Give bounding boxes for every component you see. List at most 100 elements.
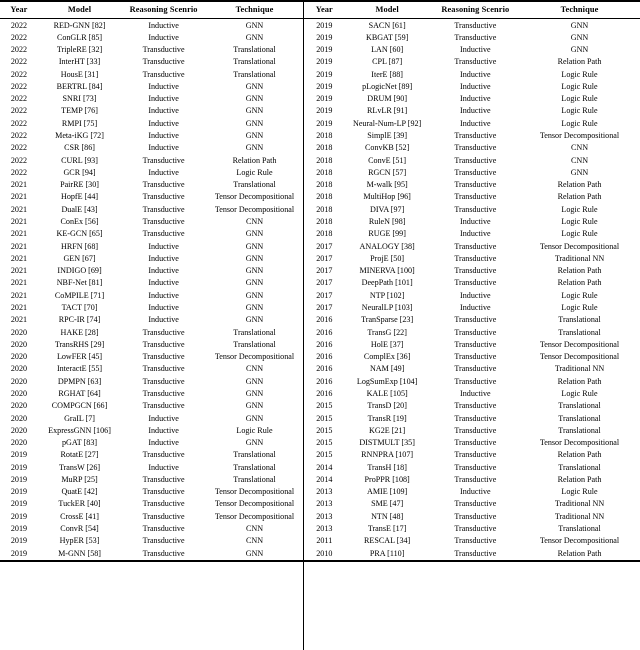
column-header-technique: Technique <box>519 0 640 20</box>
cell-model: RUGE [99] <box>368 229 406 239</box>
header-row: Year Model Reasoning Scenrio Technique <box>0 0 303 20</box>
table-row: 2019 TransW [26] Inductive Translational <box>0 462 303 474</box>
column-header-year: Year <box>0 0 38 20</box>
cell-year: 2022 <box>10 143 28 153</box>
cell-model: RGHAT [64] <box>58 388 101 398</box>
table-row: 2016 ComplEx [36] Transductive Tensor Decom… <box>304 351 640 363</box>
cell-reasoning-scenario: Transductive <box>454 524 497 534</box>
cell-reasoning-scenario: Transductive <box>454 511 497 521</box>
cell-technique: GNN <box>206 547 303 562</box>
cell-reasoning-scenario: Inductive <box>460 487 491 497</box>
cell-model: DRUM [90] <box>367 94 408 104</box>
cell-technique: CNN <box>570 155 589 165</box>
cell-technique: GNN <box>245 81 264 91</box>
table-row: 2013 AMIE [109] Inductive Logic Rule <box>304 486 640 498</box>
cell-year: 2019 <box>316 69 333 79</box>
cell-model: NAM [49] <box>369 364 405 374</box>
cell-reasoning-scenario: Inductive <box>148 462 179 472</box>
cell-technique: GNN <box>245 401 264 411</box>
cell-reasoning-scenario: Transductive <box>142 57 185 67</box>
cell-model: RNNPRA [107] <box>361 450 414 460</box>
table-row: 2021 NBF-Net [81] Inductive GNN <box>0 277 303 289</box>
table-row: 2016 NAM [49] Transductive Traditional NN <box>304 363 640 375</box>
cell-model: RotatE [27] <box>60 450 99 460</box>
cell-year: 2021 <box>10 241 28 251</box>
cell-model: GraIL [7] <box>64 413 95 423</box>
table-row: 2020 GraIL [7] Inductive GNN <box>0 412 303 424</box>
cell-model: TransW [26] <box>58 462 101 472</box>
cell-year: 2018 <box>316 192 333 202</box>
cell-reasoning-scenario: Inductive <box>460 290 491 300</box>
cell-model: INDIGO [69] <box>57 266 102 276</box>
cell-technique: Logic Rule <box>561 388 598 398</box>
cell-reasoning-scenario: Transductive <box>454 204 497 214</box>
cell-reasoning-scenario: Transductive <box>142 192 185 202</box>
cell-technique: Tensor Decompositional <box>539 131 620 141</box>
cell-model: ProPPR [108] <box>364 474 410 484</box>
cell-reasoning-scenario: Transductive <box>454 438 497 448</box>
cell-technique: Relation Path <box>557 57 602 67</box>
cell-model: MultiHop [96] <box>363 192 411 202</box>
table-row: 2020 RGHAT [64] Transductive GNN <box>0 388 303 400</box>
cell-model: ProjE [50] <box>370 253 405 263</box>
table-row: 2022 TEMP [76] Inductive GNN <box>0 105 303 117</box>
cell-year: 2022 <box>10 32 28 42</box>
cell-technique: Relation Path <box>232 155 277 165</box>
cell-reasoning-scenario: Transductive <box>454 20 497 30</box>
cell-reasoning-scenario: Transductive <box>454 425 497 435</box>
cell-technique: Translational <box>558 315 601 325</box>
cell-model: SimplE [39] <box>367 131 408 141</box>
cell-year: 2010 <box>304 547 343 562</box>
table-row: 2013 TransE [17] Transductive Translational <box>304 523 640 535</box>
cell-reasoning-scenario: Transductive <box>454 167 497 177</box>
cell-year: 2021 <box>10 204 28 214</box>
cell-reasoning-scenario: Transductive <box>454 32 497 42</box>
cell-model: ExpressGNN [106] <box>48 425 111 435</box>
cell-reasoning-scenario: Transductive <box>454 155 497 165</box>
table-row: 2020 pGAT [83] Inductive GNN <box>0 437 303 449</box>
table-row: 2016 TranSparse [23] Transductive Translati… <box>304 314 640 326</box>
cell-year: 2019 <box>316 118 333 128</box>
cell-model: SACN [61] <box>368 20 406 30</box>
cell-reasoning-scenario: Transductive <box>454 474 497 484</box>
cell-model: SME [47] <box>371 499 404 509</box>
cell-technique: Logic Rule <box>561 81 598 91</box>
table-row: 2022 HousE [31] Transductive Translational <box>0 69 303 81</box>
table-row: 2022 CURL [93] Transductive Relation Path <box>0 155 303 167</box>
cell-reasoning-scenario: Inductive <box>148 106 179 116</box>
table-row: 2021 GEN [67] Inductive GNN <box>0 253 303 265</box>
column-header-technique: Technique <box>206 0 303 20</box>
cell-year: 2019 <box>10 487 28 497</box>
cell-reasoning-scenario: Transductive <box>142 499 185 509</box>
table-row: 2020 DPMPN [63] Transductive GNN <box>0 376 303 388</box>
cell-year: 2015 <box>316 413 333 423</box>
cell-reasoning-scenario: Transductive <box>142 69 185 79</box>
cell-technique: Logic Rule <box>561 118 598 128</box>
table-row: 2022 GCR [94] Inductive Logic Rule <box>0 167 303 179</box>
cell-reasoning-scenario: Inductive <box>148 241 179 251</box>
cell-technique: Logic Rule <box>561 106 598 116</box>
cell-model: CPL [87] <box>372 57 403 67</box>
cell-year: 2018 <box>316 155 333 165</box>
cell-technique: GNN <box>245 253 264 263</box>
cell-year: 2017 <box>316 241 333 251</box>
cell-year: 2018 <box>316 229 333 239</box>
cell-technique: Logic Rule <box>561 302 598 312</box>
cell-year: 2020 <box>10 438 28 448</box>
cell-reasoning-scenario: Inductive <box>148 131 179 141</box>
cell-model: HopfE [44] <box>60 192 99 202</box>
cell-year: 2022 <box>10 45 28 55</box>
cell-technique: Relation Path <box>557 192 602 202</box>
table-row: 2020 InteractE [55] Transductive CNN <box>0 363 303 375</box>
table-row: 2017 NeuralLP [103] Inductive Logic Rule <box>304 302 640 314</box>
cell-technique: Translational <box>233 327 276 337</box>
cell-year: 2020 <box>10 425 28 435</box>
cell-technique: CNN <box>245 364 264 374</box>
cell-model: DISTMULT [35] <box>359 438 415 448</box>
cell-technique: Translational <box>558 524 601 534</box>
cell-reasoning-scenario: Transductive <box>454 376 497 386</box>
column-header-year: Year <box>304 0 343 20</box>
table-row: 2021 INDIGO [69] Inductive GNN <box>0 265 303 277</box>
cell-model: KALE [105] <box>366 388 408 398</box>
table-row: 2018 ConvKB [52] Transductive CNN <box>304 142 640 154</box>
